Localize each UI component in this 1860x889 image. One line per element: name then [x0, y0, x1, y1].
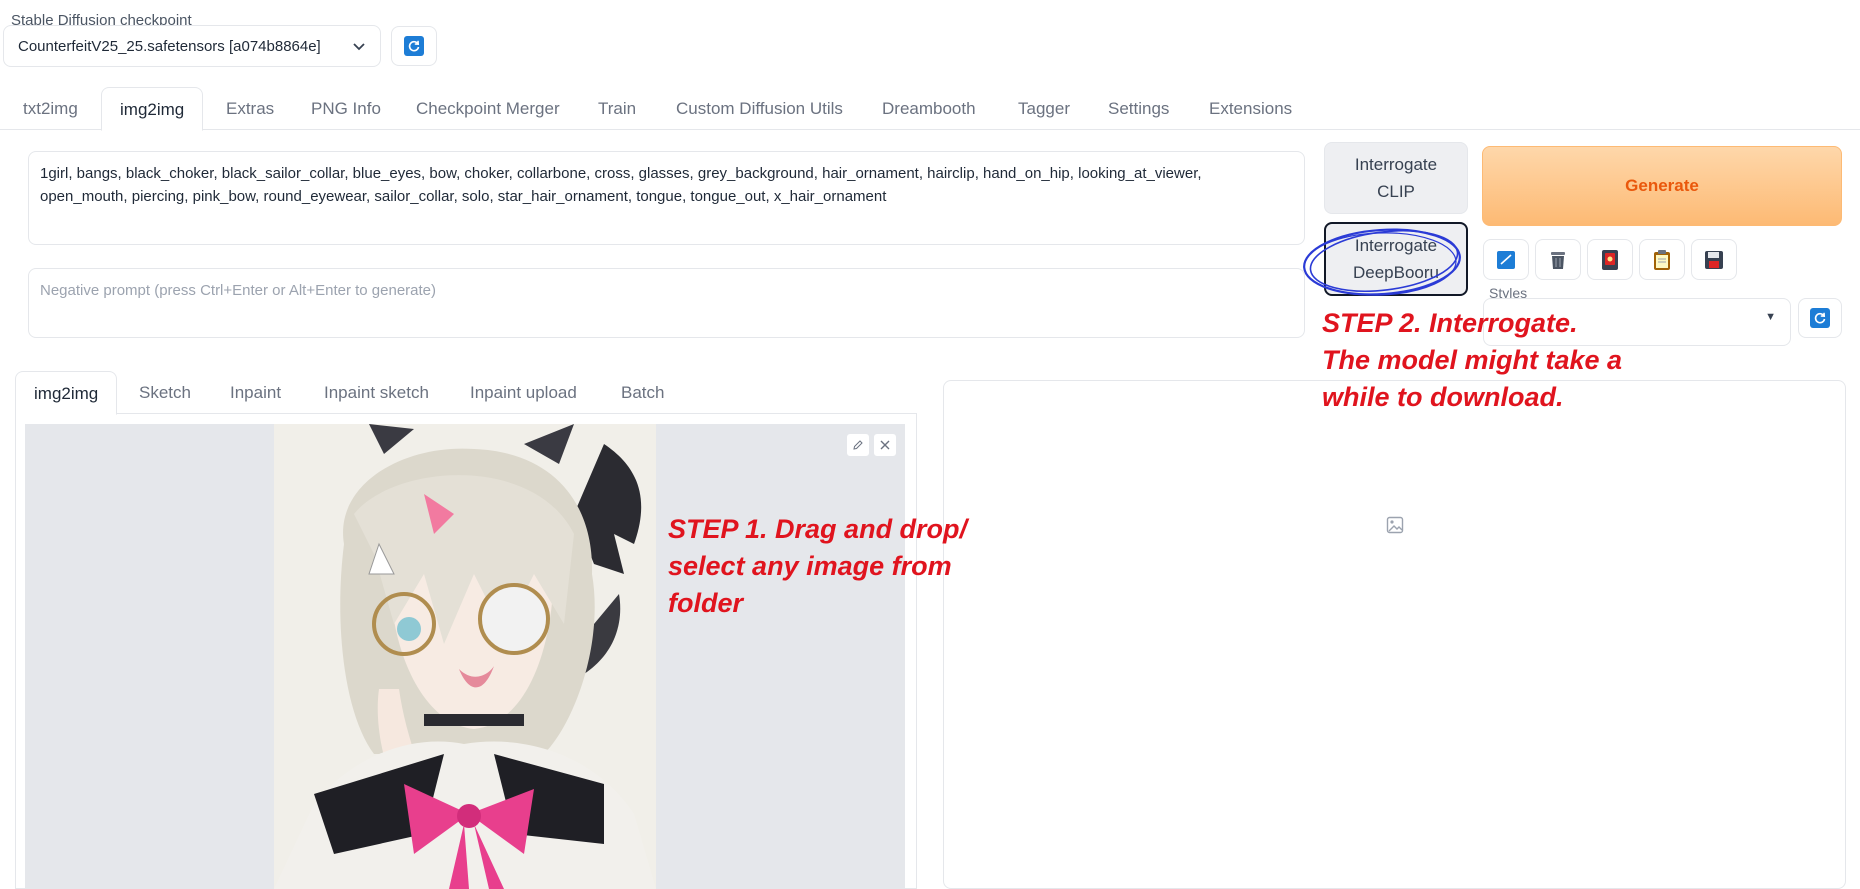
pencil-icon [853, 440, 863, 450]
refresh-icon [404, 36, 424, 56]
step1-line-1: STEP 1. Drag and drop/ [668, 514, 968, 544]
tab-tagger[interactable]: Tagger [1018, 87, 1070, 131]
subtab-batch[interactable]: Batch [621, 371, 664, 415]
tab-dreambooth[interactable]: Dreambooth [882, 87, 976, 131]
tab-train[interactable]: Train [598, 87, 636, 131]
styles-refresh-button[interactable] [1798, 298, 1842, 338]
trash-icon [1551, 251, 1565, 269]
checkbox-button[interactable] [1483, 239, 1529, 280]
step1-line-2: select any image from [668, 551, 952, 581]
step2-line-3: while to download. [1322, 382, 1564, 412]
generate-button[interactable]: Generate [1482, 146, 1842, 226]
close-icon [880, 440, 890, 450]
checkpoint-dropdown[interactable]: CounterfeitV25_25.safetensors [a074b8864… [3, 25, 381, 67]
trash-button[interactable] [1535, 239, 1581, 280]
tab-custom-diffusion-utils[interactable]: Custom Diffusion Utils [676, 87, 843, 131]
tab-png-info[interactable]: PNG Info [311, 87, 381, 131]
caret-down-icon: ▼ [1765, 311, 1776, 323]
img2img-mode-tabs: img2img Sketch Inpaint Inpaint sketch In… [15, 371, 917, 415]
step1-annotation: STEP 1. Drag and drop/ select any image … [668, 511, 967, 622]
step2-line-1: STEP 2. Interrogate. [1322, 308, 1578, 338]
checkbox-icon [1497, 250, 1515, 269]
checkpoint-refresh-button[interactable] [391, 26, 437, 66]
extra-networks-button[interactable] [1587, 239, 1633, 280]
subtab-inpaint-upload[interactable]: Inpaint upload [470, 371, 577, 415]
uploaded-image [274, 424, 656, 889]
tab-img2img[interactable]: img2img [101, 87, 204, 131]
highlight-circle-icon [1303, 228, 1461, 296]
interrogate-clip-label-2: CLIP [1377, 182, 1415, 201]
subtab-inpaint[interactable]: Inpaint [230, 371, 281, 415]
clipboard-icon [1654, 249, 1670, 270]
subtab-img2img[interactable]: img2img [15, 371, 118, 415]
subtab-inpaint-sketch[interactable]: Inpaint sketch [324, 371, 429, 415]
tab-extensions[interactable]: Extensions [1209, 87, 1292, 131]
main-tab-bar: txt2img img2img Extras PNG Info Checkpoi… [0, 87, 1860, 131]
refresh-icon [1810, 308, 1830, 328]
step1-line-3: folder [668, 588, 744, 618]
tab-txt2img[interactable]: txt2img [23, 87, 78, 131]
chevron-down-icon [353, 43, 365, 51]
tab-settings[interactable]: Settings [1108, 87, 1169, 131]
prompt-textarea[interactable]: 1girl, bangs, black_choker, black_sailor… [28, 151, 1305, 245]
output-gallery [943, 380, 1846, 889]
step2-annotation: STEP 2. Interrogate. The model might tak… [1322, 305, 1622, 416]
save-icon [1705, 250, 1723, 269]
image-placeholder-icon [1386, 516, 1404, 534]
checkpoint-value: CounterfeitV25_25.safetensors [a074b8864… [18, 37, 321, 55]
negative-prompt-textarea[interactable]: Negative prompt (press Ctrl+Enter or Alt… [28, 268, 1305, 338]
clear-image-button[interactable] [873, 433, 897, 457]
tab-extras[interactable]: Extras [226, 87, 274, 131]
step2-line-2: The model might take a [1322, 345, 1623, 375]
edit-image-button[interactable] [846, 433, 870, 457]
interrogate-clip-label-1: Interrogate [1354, 155, 1438, 174]
subtab-sketch[interactable]: Sketch [139, 371, 191, 415]
tab-checkpoint-merger[interactable]: Checkpoint Merger [416, 87, 560, 131]
interrogate-clip-button[interactable]: Interrogate CLIP [1324, 142, 1468, 214]
clipboard-button[interactable] [1639, 239, 1685, 280]
red-card-icon [1602, 249, 1618, 270]
save-style-button[interactable] [1691, 239, 1737, 280]
